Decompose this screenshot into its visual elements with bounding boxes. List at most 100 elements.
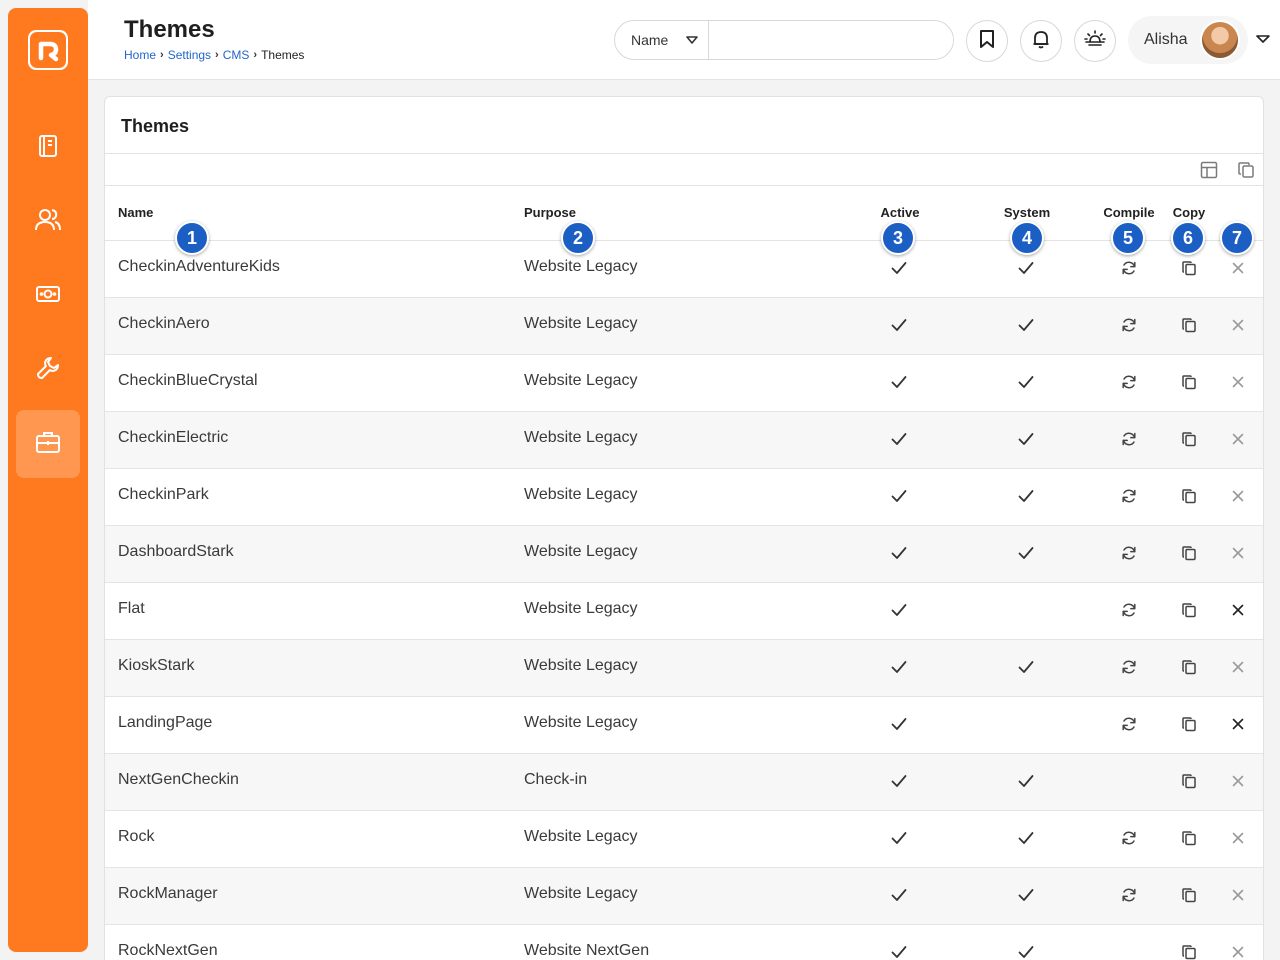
copy-icon[interactable] — [1179, 258, 1199, 278]
sidebar — [8, 8, 88, 952]
system-check-icon — [1016, 942, 1036, 960]
user-menu[interactable]: Alisha — [1128, 16, 1278, 64]
copy-icon[interactable] — [1179, 315, 1199, 335]
copy-icon[interactable] — [1179, 942, 1199, 960]
delete-x-icon[interactable] — [1228, 543, 1248, 563]
briefcase-icon — [34, 428, 62, 461]
theme-name: Rock — [118, 828, 155, 845]
theme-name: RockNextGen — [118, 942, 218, 959]
copy-icon[interactable] — [1179, 429, 1199, 449]
theme-purpose: Website Legacy — [524, 429, 638, 446]
delete-x-icon[interactable] — [1228, 657, 1248, 677]
delete-x-icon[interactable] — [1228, 714, 1248, 734]
table-row[interactable]: CheckinElectric Website Legacy — [105, 412, 1263, 469]
copy-grid-icon[interactable] — [1236, 160, 1256, 180]
compile-sync-icon[interactable] — [1119, 372, 1139, 392]
table-row[interactable]: CheckinAero Website Legacy — [105, 298, 1263, 355]
delete-x-icon[interactable] — [1228, 771, 1248, 791]
delete-x-icon[interactable] — [1228, 372, 1248, 392]
rock-logo-icon[interactable] — [28, 30, 68, 70]
grid-settings-icon[interactable] — [1199, 160, 1219, 180]
theme-name: KioskStark — [118, 657, 195, 674]
compile-sync-icon[interactable] — [1119, 486, 1139, 506]
sidebar-item-finance[interactable] — [16, 262, 80, 330]
table-row[interactable]: CheckinBlueCrystal Website Legacy — [105, 355, 1263, 412]
system-check-icon — [1016, 885, 1036, 905]
caret-down-icon — [686, 32, 699, 48]
themes-card: Themes Name Purpose Active System Compil… — [104, 96, 1264, 960]
table-row[interactable]: CheckinAdventureKids Website Legacy — [105, 241, 1263, 298]
delete-x-icon[interactable] — [1228, 315, 1248, 335]
breadcrumb-home[interactable]: Home — [124, 48, 156, 62]
compile-sync-icon[interactable] — [1119, 543, 1139, 563]
column-header-purpose[interactable]: Purpose — [524, 205, 576, 220]
breadcrumb-cms[interactable]: CMS — [223, 48, 250, 62]
theme-purpose: Website Legacy — [524, 657, 638, 674]
table-row[interactable]: Rock Website Legacy — [105, 811, 1263, 868]
delete-x-icon[interactable] — [1228, 258, 1248, 278]
table-row[interactable]: KioskStark Website Legacy — [105, 640, 1263, 697]
copy-icon[interactable] — [1179, 771, 1199, 791]
active-check-icon — [889, 315, 909, 335]
search-input[interactable] — [709, 21, 953, 59]
table-row[interactable]: RockNextGen Website NextGen — [105, 925, 1263, 960]
sidebar-item-tools[interactable] — [16, 336, 80, 404]
table-row[interactable]: CheckinPark Website Legacy — [105, 469, 1263, 526]
copy-icon[interactable] — [1179, 486, 1199, 506]
caret-down-icon[interactable] — [1256, 31, 1270, 49]
active-check-icon — [889, 543, 909, 563]
table-row[interactable]: NextGenCheckin Check-in — [105, 754, 1263, 811]
compile-sync-icon[interactable] — [1119, 315, 1139, 335]
compile-sync-icon[interactable] — [1119, 657, 1139, 677]
compile-sync-icon[interactable] — [1119, 600, 1139, 620]
user-pill[interactable]: Alisha — [1128, 16, 1248, 64]
compile-sync-icon[interactable] — [1119, 429, 1139, 449]
callout-badge: 5 — [1111, 221, 1145, 255]
copy-icon[interactable] — [1179, 714, 1199, 734]
column-header-system[interactable]: System — [1004, 205, 1050, 220]
theme-purpose: Website Legacy — [524, 258, 638, 275]
compile-sync-icon[interactable] — [1119, 258, 1139, 278]
sidebar-item-book[interactable] — [16, 114, 80, 182]
system-check-icon — [1016, 657, 1036, 677]
table-row[interactable]: RockManager Website Legacy — [105, 868, 1263, 925]
system-check-icon — [1016, 486, 1036, 506]
compile-sync-icon[interactable] — [1119, 828, 1139, 848]
bookmark-button[interactable] — [966, 20, 1008, 62]
copy-icon[interactable] — [1179, 600, 1199, 620]
table-row[interactable]: Flat Website Legacy — [105, 583, 1263, 640]
theme-name: DashboardStark — [118, 543, 234, 560]
theme-toggle-button[interactable] — [1074, 20, 1116, 62]
delete-x-icon[interactable] — [1228, 600, 1248, 620]
delete-x-icon[interactable] — [1228, 828, 1248, 848]
grid-toolbar — [105, 154, 1263, 186]
table-row[interactable]: LandingPage Website Legacy — [105, 697, 1263, 754]
theme-purpose: Website Legacy — [524, 372, 638, 389]
copy-icon[interactable] — [1179, 543, 1199, 563]
copy-icon[interactable] — [1179, 372, 1199, 392]
sidebar-item-people[interactable] — [16, 188, 80, 256]
delete-x-icon[interactable] — [1228, 885, 1248, 905]
column-header-name[interactable]: Name — [118, 205, 153, 220]
active-check-icon — [889, 714, 909, 734]
copy-icon[interactable] — [1179, 657, 1199, 677]
avatar — [1199, 20, 1240, 60]
active-check-icon — [889, 885, 909, 905]
callout-badge: 2 — [561, 221, 595, 255]
theme-name: CheckinAdventureKids — [118, 258, 280, 275]
sidebar-item-admin[interactable] — [16, 410, 80, 478]
compile-sync-icon[interactable] — [1119, 885, 1139, 905]
compile-sync-icon[interactable] — [1119, 714, 1139, 734]
delete-x-icon[interactable] — [1228, 942, 1248, 960]
breadcrumb-settings[interactable]: Settings — [168, 48, 211, 62]
notifications-button[interactable] — [1020, 20, 1062, 62]
delete-x-icon[interactable] — [1228, 429, 1248, 449]
column-header-active[interactable]: Active — [880, 205, 919, 220]
search-type-select[interactable]: Name — [615, 21, 709, 59]
callout-badge: 6 — [1171, 221, 1205, 255]
theme-purpose: Website Legacy — [524, 714, 638, 731]
copy-icon[interactable] — [1179, 828, 1199, 848]
table-row[interactable]: DashboardStark Website Legacy — [105, 526, 1263, 583]
delete-x-icon[interactable] — [1228, 486, 1248, 506]
copy-icon[interactable] — [1179, 885, 1199, 905]
